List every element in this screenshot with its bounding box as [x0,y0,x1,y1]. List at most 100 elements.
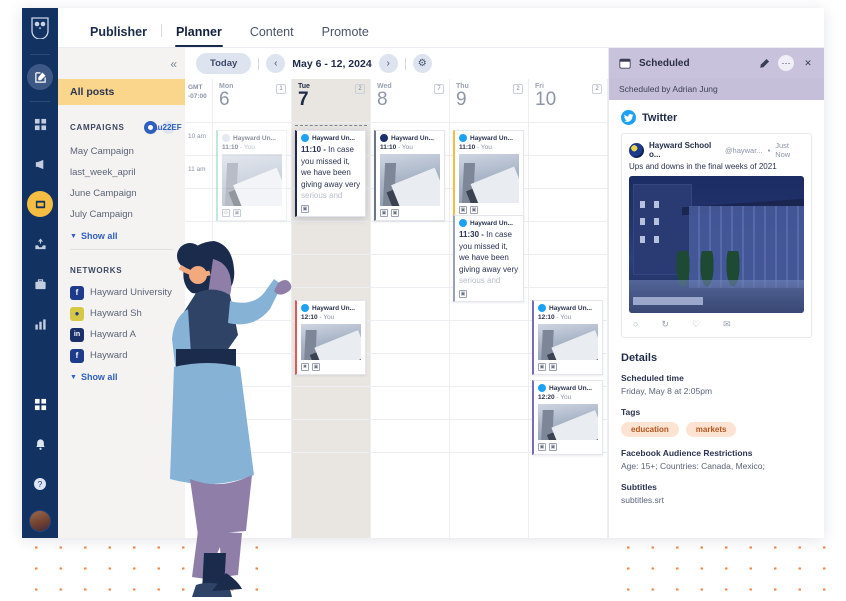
megaphone-icon[interactable] [27,151,53,177]
inbox-icon[interactable] [27,231,53,257]
post-separator: • [767,145,771,155]
calendar-event-card[interactable]: Hayward Un... 11:30 - In case you missed … [453,215,524,302]
day-column[interactable]: Fri 10 2 Hayward Un... 12:10 - You ▣ ▣ Hayward … [529,79,608,538]
chevron-down-icon-2: ▼ [70,373,77,381]
day-body[interactable]: Hayward Un... 11:10 - You ▣ ▣ [371,122,449,485]
day-number: 6 [219,89,230,110]
hour-line [292,221,370,254]
event-thumbnail [222,154,282,206]
sidebar-item-campaign[interactable]: last_week_april [58,162,185,183]
calendar-settings-button[interactable]: ⚙ [412,54,432,73]
sidebar-item-campaign[interactable]: May Campaign [58,141,185,162]
hour-line [213,320,291,353]
sidebar-item-campaign[interactable]: July Campaign [58,204,185,225]
network-label: Hayward [90,350,128,361]
event-header: Hayward Un... [380,134,440,142]
sidebar-item-network[interactable]: f Hayward [58,345,185,366]
more-icon[interactable]: ⋯ [778,55,794,71]
hour-line [213,287,291,320]
next-week-button[interactable]: › [378,54,398,73]
day-column[interactable]: Mon 6 1 Hayward Un... 11:10 - You ⊙ ▣ [213,79,292,538]
dot-pattern-left [18,531,268,593]
reply-icon[interactable]: ○ [633,319,638,330]
campaigns-actions: \u22EF [144,121,182,134]
calendar-event-card[interactable]: Hayward Un... 11:10 - You ▣ ▣ [374,130,445,221]
day-body[interactable]: Hayward Un... 11:10 - In case you missed … [292,122,370,485]
day-body[interactable]: Hayward Un... 11:10 - You ⊙ ▣ [213,122,291,485]
event-header: Hayward Un... [538,304,598,312]
day-body[interactable]: Hayward Un... 12:10 - You ▣ ▣ Hayward Un... 1… [529,122,607,485]
user-avatar[interactable] [29,510,51,532]
calendar-event-card[interactable]: Hayward Un... 12:10 - You ▣ ▣ [532,300,603,375]
event-status-icon: ▣ [538,443,546,451]
calendar-event-card[interactable]: Hayward Un... 11:10 - In case you missed … [295,130,366,217]
today-button[interactable]: Today [196,53,252,74]
sidebar-item-network[interactable]: in Hayward A [58,324,185,345]
hour-line [529,122,607,155]
collapse-sidebar-icon[interactable]: « [170,57,177,71]
event-footer: ▣ ▣ [380,209,440,217]
prev-week-button[interactable]: ‹ [266,54,286,73]
more-options-icon[interactable]: \u22EF [155,121,182,134]
calendar-event-card[interactable]: Hayward Un... 11:10 - You ⊙ ▣ [216,130,287,221]
day-body[interactable]: Hayward Un... 11:10 - You ▣ ▣ Hayward Un... 1… [450,122,528,485]
calendar-event-card[interactable]: Hayward Un... 11:10 - You ▣ ▣ [453,130,524,218]
sidebar-item-all-posts[interactable]: All posts [58,79,185,105]
day-number: 10 [535,89,557,110]
like-icon[interactable]: ♡ [692,319,700,330]
event-status-icon: ▣ [459,206,467,214]
notifications-bell-icon[interactable] [27,431,53,457]
calendar-area: Today ‹ May 6 - 12, 2024 › ⚙ GMT -07:00 … [185,48,608,538]
dashboard-grid-icon[interactable] [27,111,53,137]
day-column[interactable]: Wed 8 7 Hayward Un... 11:10 - You ▣ ▣ [371,79,450,538]
event-time: 11:10 - You [222,144,255,151]
publisher-icon[interactable] [27,191,53,217]
sidebar-item-campaign[interactable]: June Campaign [58,183,185,204]
networks-show-all-button[interactable]: ▼ Show all [58,366,185,384]
tab-content[interactable]: Content [236,25,308,47]
compose-icon[interactable] [27,64,53,90]
network-label: Hayward University [90,287,172,298]
toolbar-divider-2 [404,57,406,70]
top-navigation: Publisher Planner Content Promote [58,8,824,48]
hour-line [529,221,607,254]
analytics-icon[interactable] [27,311,53,337]
tab-planner[interactable]: Planner [162,25,236,47]
apps-grid-icon[interactable] [27,391,53,417]
hour-line [213,353,291,386]
event-media-icon: ▣ [233,209,241,217]
calendar-event-card[interactable]: Hayward Un... 12:20 - You ▣ ▣ [532,380,603,455]
help-icon[interactable]: ? [27,471,53,497]
event-text: 11:30 - In case you missed it, we have b… [459,229,519,287]
hour-line [213,386,291,419]
edit-icon[interactable] [756,55,772,71]
details-title: Details [621,352,658,364]
hour-line [292,386,370,419]
hour-line [450,419,528,452]
tab-promote[interactable]: Promote [308,25,383,47]
sidebar-item-network[interactable]: f Hayward University [58,282,185,303]
tab-publisher[interactable]: Publisher [76,25,161,47]
share-icon[interactable]: ✉ [723,319,731,330]
briefcase-icon[interactable] [27,271,53,297]
hour-line [450,452,528,485]
close-icon[interactable]: ✕ [800,55,816,71]
left-sidebar: « All posts CAMPAIGNS \u22EF May Campaig… [58,48,185,538]
event-network-avatar [301,134,309,142]
calendar-event-card[interactable]: Hayward Un... 12:10 - You ✖ ▣ [295,300,366,375]
sidebar-item-network[interactable]: ● Hayward Sh [58,303,185,324]
toolbar-divider [258,57,260,70]
subtitles-value: subtitles.srt [621,495,664,505]
post-timestamp: Just Now [775,141,791,159]
day-column[interactable]: Tue 7 2 Hayward Un... 11:10 - In case you mi… [292,79,371,538]
event-network-avatar [301,304,309,312]
retweet-icon[interactable]: ↻ [661,319,669,330]
event-account-name: Hayward Un... [391,134,434,142]
scheduled-time-label: Scheduled time [621,373,684,383]
campaigns-show-all-button[interactable]: ▼ Show all [58,225,185,243]
fb-restrictions-value: Age: 15+; Countries: Canada, Mexico; [621,461,765,471]
tag-chip[interactable]: markets [685,422,737,437]
day-column[interactable]: Thu 9 2 Hayward Un... 11:10 - You ▣ ▣ Hayward U… [450,79,529,538]
tag-chip[interactable]: education [621,422,679,437]
time-slot [185,419,212,452]
